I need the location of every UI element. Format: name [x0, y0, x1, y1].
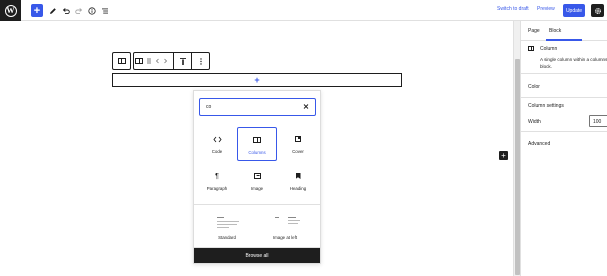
pattern-preview — [272, 215, 302, 231]
preview-button[interactable]: Preview — [537, 6, 555, 12]
heading-icon — [295, 173, 301, 179]
update-button-label: Update — [565, 7, 583, 14]
block-item-label: Columns — [248, 150, 266, 155]
more-vertical-icon — [199, 57, 202, 65]
list-view-button[interactable] — [99, 4, 110, 17]
block-item-image[interactable]: Image — [237, 164, 277, 198]
list-view-icon — [101, 8, 108, 13]
block-item-label: Image — [250, 186, 264, 191]
block-inserter-toggle-button[interactable]: + — [31, 4, 43, 17]
gear-icon — [594, 7, 601, 14]
columns-icon — [117, 58, 126, 64]
info-icon — [87, 6, 96, 15]
add-block-button[interactable]: + — [499, 151, 508, 160]
settings-sidebar: Page Block Column A single column within… — [520, 21, 607, 276]
drag-handle[interactable] — [144, 53, 153, 69]
chevron-right-icon — [163, 58, 167, 64]
pattern-label: Image at left — [272, 235, 298, 240]
parent-block-selector[interactable] — [112, 52, 131, 70]
align-top-icon — [179, 57, 186, 65]
panel-title: Advanced — [528, 141, 551, 147]
pencil-icon — [49, 7, 56, 14]
tools-pencil-button[interactable] — [47, 4, 58, 17]
editor-top-bar: W + Switch to draft Preview Update — [0, 0, 607, 21]
sidebar-tabs: Page Block — [521, 21, 607, 41]
width-label: Width — [528, 119, 541, 125]
width-input[interactable]: 100 — [589, 115, 607, 127]
plus-icon: + — [501, 151, 506, 160]
drag-handle-icon — [146, 58, 151, 64]
code-icon — [212, 134, 222, 144]
plus-icon: + — [33, 4, 41, 17]
block-item-label: Cover — [292, 149, 304, 154]
column-icon — [528, 46, 534, 51]
undo-button[interactable] — [60, 4, 71, 17]
search-value: co — [206, 104, 212, 110]
update-button[interactable]: Update — [563, 4, 585, 17]
column-icon — [135, 58, 143, 64]
columns-icon — [253, 137, 261, 143]
cover-icon — [295, 136, 301, 142]
pattern-preview — [214, 215, 244, 231]
redo-icon — [74, 7, 82, 14]
columns-parent-button[interactable] — [113, 53, 130, 69]
switch-to-draft-button[interactable]: Switch to draft — [497, 6, 529, 12]
panel-title: Color — [528, 84, 540, 90]
block-item-paragraph[interactable]: ¶ Paragraph — [197, 164, 237, 198]
chevron-left-icon — [155, 58, 159, 64]
pattern-image-at-left[interactable]: Image at left — [260, 215, 310, 245]
column-block-type-button[interactable] — [134, 53, 144, 69]
canvas-scrollbar[interactable] — [513, 21, 520, 276]
block-card-description: A single column within a columns block. — [540, 57, 607, 69]
active-tab-indicator — [546, 39, 582, 41]
tab-block[interactable]: Block — [549, 28, 561, 34]
block-item-label: Heading — [289, 186, 307, 191]
block-toolbar — [133, 52, 210, 70]
details-info-button[interactable] — [86, 4, 97, 17]
wordpress-logo-button[interactable]: W — [0, 0, 21, 21]
undo-icon — [62, 7, 70, 14]
block-search-input[interactable]: co — [199, 98, 316, 116]
column-block-appender[interactable]: + — [112, 73, 402, 87]
block-item-cover[interactable]: Cover — [278, 127, 318, 161]
panel-title[interactable]: Column settings — [528, 103, 564, 109]
block-item-code[interactable]: Code — [197, 127, 237, 161]
divider — [194, 204, 320, 205]
tab-page[interactable]: Page — [528, 28, 540, 34]
paragraph-icon: ¶ — [215, 172, 219, 180]
move-left-button[interactable] — [153, 53, 161, 69]
wordpress-icon: W — [4, 4, 17, 17]
image-icon — [253, 173, 261, 179]
block-item-heading[interactable]: Heading — [278, 164, 318, 198]
pattern-label: Standard — [218, 235, 236, 240]
quick-inserter-popover: co Code Columns Cover ¶ Paragraph Image … — [193, 90, 321, 264]
block-item-label: Code — [211, 149, 223, 154]
plus-icon: + — [254, 75, 260, 85]
vertical-alignment-button[interactable] — [174, 53, 191, 69]
advanced-panel[interactable]: Advanced — [521, 131, 607, 155]
redo-button[interactable] — [73, 4, 84, 17]
browse-all-button[interactable]: Browse all — [194, 248, 320, 263]
block-card-title: Column — [540, 46, 558, 52]
settings-button[interactable] — [591, 4, 604, 17]
browse-all-label: Browse all — [245, 252, 269, 259]
block-item-label: Paragraph — [206, 186, 228, 191]
pattern-standard[interactable]: Standard — [202, 215, 252, 245]
clear-search-button[interactable] — [303, 102, 309, 113]
close-icon — [303, 104, 309, 109]
color-panel[interactable]: Color — [521, 73, 607, 97]
block-item-columns[interactable]: Columns — [237, 127, 277, 161]
block-options-button[interactable] — [192, 53, 209, 69]
move-right-button[interactable] — [161, 53, 169, 69]
width-value: 100 — [593, 119, 602, 125]
